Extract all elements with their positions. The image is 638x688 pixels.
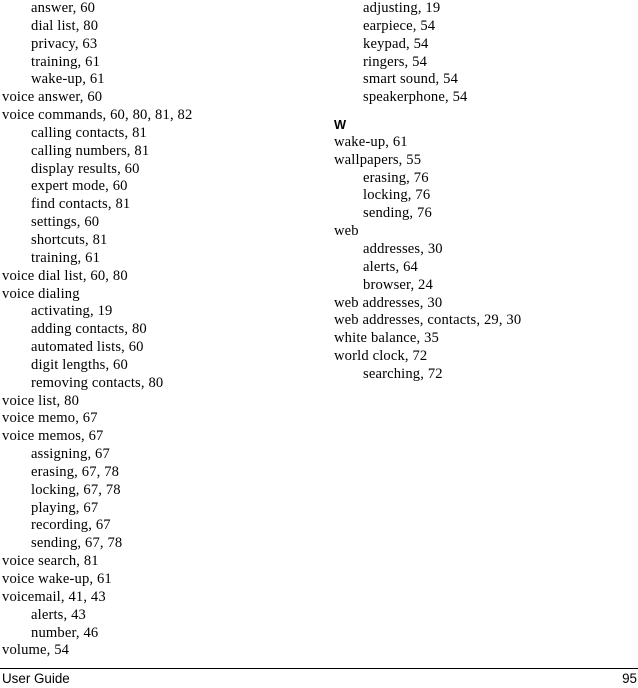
index-subentry: recording, 67 bbox=[31, 517, 111, 534]
index-subentry: locking, 67, 78 bbox=[31, 481, 121, 498]
index-subentry: shortcuts, 81 bbox=[31, 231, 108, 248]
footer-document-title: User Guide bbox=[2, 671, 70, 686]
index-subentry: alerts, 43 bbox=[31, 606, 86, 623]
index-entry: wake-up, 61 bbox=[334, 133, 408, 150]
index-subentry: ringers, 54 bbox=[363, 53, 428, 70]
index-subentry: assigning, 67 bbox=[31, 446, 110, 463]
index-subentry: calling contacts, 81 bbox=[31, 124, 147, 141]
index-subentry: alerts, 64 bbox=[363, 258, 418, 275]
footer-page-number: 95 bbox=[622, 671, 637, 686]
index-entry: web bbox=[334, 223, 359, 240]
index-entry: volume, 54 bbox=[2, 642, 70, 659]
index-subentry: removing contacts, 80 bbox=[31, 374, 164, 391]
page-footer: User Guide 95 bbox=[0, 668, 638, 688]
index-subentry: smart sound, 54 bbox=[363, 71, 459, 88]
index-entry: web addresses, 30 bbox=[334, 294, 443, 311]
index-entry: voicemail, 41, 43 bbox=[2, 588, 106, 605]
index-column-right: adjusting, 19 earpiece, 54 keypad, 54 ringe… bbox=[334, 0, 634, 384]
index-subentry: settings, 60 bbox=[31, 214, 100, 231]
index-subentry: speakerphone, 54 bbox=[363, 89, 468, 106]
index-entry: voice memo, 67 bbox=[2, 410, 98, 427]
index-subentry: keypad, 54 bbox=[363, 35, 429, 52]
index-subentry: answer, 60 bbox=[31, 0, 96, 16]
index-entry: white balance, 35 bbox=[334, 330, 440, 347]
page-footer-inner: User Guide 95 bbox=[0, 669, 638, 688]
index-subentry: digit lengths, 60 bbox=[31, 356, 128, 373]
index-page-body: answer, 60 dial list, 80 privacy, 63 traini… bbox=[0, 0, 638, 660]
index-subentry: automated lists, 60 bbox=[31, 339, 144, 356]
index-subentry: sending, 67, 78 bbox=[31, 535, 123, 552]
index-subentry: calling numbers, 81 bbox=[31, 142, 150, 159]
index-subentry: wake-up, 61 bbox=[31, 71, 105, 88]
index-subentry: adding contacts, 80 bbox=[31, 321, 147, 338]
index-subentry: erasing, 76 bbox=[363, 169, 429, 186]
index-subentry: browser, 24 bbox=[363, 276, 433, 293]
index-subentry: training, 61 bbox=[31, 53, 101, 70]
index-letter-heading: W bbox=[334, 117, 347, 133]
index-subentry: addresses, 30 bbox=[363, 240, 443, 257]
index-subentry: dial list, 80 bbox=[31, 17, 99, 34]
index-subentry: display results, 60 bbox=[31, 160, 140, 177]
index-entry: web addresses, contacts, 29, 30 bbox=[334, 312, 522, 329]
index-subentry: playing, 67 bbox=[31, 499, 99, 516]
index-subentry: find contacts, 81 bbox=[31, 196, 131, 213]
index-subentry: privacy, 63 bbox=[31, 35, 98, 52]
index-subentry: searching, 72 bbox=[363, 365, 443, 382]
index-subentry: training, 61 bbox=[31, 249, 101, 266]
index-entry: voice search, 81 bbox=[2, 553, 99, 570]
index-entry: voice dial list, 60, 80 bbox=[2, 267, 128, 284]
index-entry: voice list, 80 bbox=[2, 392, 80, 409]
index-subentry: earpiece, 54 bbox=[363, 17, 436, 34]
index-subentry: sending, 76 bbox=[363, 205, 432, 222]
index-column-left: answer, 60 dial list, 80 privacy, 63 traini… bbox=[2, 0, 302, 660]
index-subentry: adjusting, 19 bbox=[363, 0, 441, 16]
index-entry: world clock, 72 bbox=[334, 348, 428, 365]
index-entry: wallpapers, 55 bbox=[334, 151, 422, 168]
index-entry: voice wake-up, 61 bbox=[2, 571, 112, 587]
index-subentry: activating, 19 bbox=[31, 303, 113, 320]
index-subentry: erasing, 67, 78 bbox=[31, 463, 120, 480]
index-entry: voice commands, 60, 80, 81, 82 bbox=[2, 107, 193, 124]
index-entry: voice memos, 67 bbox=[2, 428, 104, 445]
index-subentry: number, 46 bbox=[31, 624, 99, 641]
index-entry: voice dialing bbox=[2, 285, 80, 302]
index-subentry: locking, 76 bbox=[363, 187, 431, 204]
index-entry: voice answer, 60 bbox=[2, 89, 103, 106]
index-subentry: expert mode, 60 bbox=[31, 178, 128, 195]
